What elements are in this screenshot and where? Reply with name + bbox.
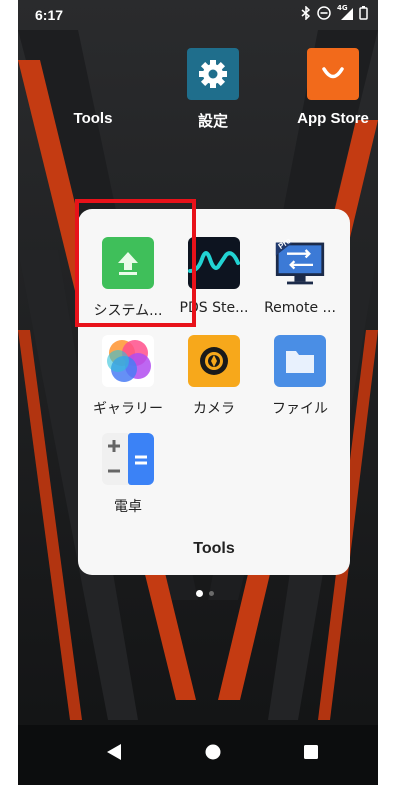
app-store-icon	[307, 48, 359, 100]
gallery-flower-icon	[102, 335, 154, 387]
status-time: 6:17	[35, 7, 64, 23]
home-app-settings[interactable]: 設定	[168, 48, 258, 131]
battery-icon	[359, 6, 368, 20]
app-label: Remote ...	[264, 300, 336, 316]
bluetooth-icon	[301, 6, 311, 20]
folder-title[interactable]: Tools	[78, 540, 350, 558]
recents-icon[interactable]	[303, 743, 319, 761]
do-not-disturb-icon	[317, 6, 331, 20]
gear-icon	[187, 48, 239, 100]
app-label: 電卓	[114, 499, 142, 515]
highlight-box	[75, 199, 196, 327]
camera-icon	[188, 335, 240, 387]
calculator-icon	[102, 433, 154, 485]
home-app-label: Tools	[73, 110, 113, 127]
app-label: ギャラリー	[93, 401, 163, 417]
home-icon[interactable]	[205, 743, 221, 761]
status-icons: 4G	[301, 4, 368, 20]
page-dot-active	[196, 590, 203, 597]
page-indicator	[196, 590, 214, 597]
files-icon	[274, 335, 326, 387]
app-label: ファイル	[272, 401, 328, 417]
status-bar: 6:17 4G	[18, 0, 378, 30]
home-app-app-store[interactable]: App Store	[288, 48, 378, 127]
app-camera[interactable]: カメラ	[170, 335, 258, 418]
phone-screen: 6:17 4G Tools 設定 App Store システム... PDS S…	[18, 0, 378, 785]
app-files[interactable]: ファイル	[256, 335, 344, 418]
home-app-tools[interactable]: Tools	[48, 48, 138, 127]
folder-icon	[67, 48, 119, 100]
app-gallery[interactable]: ギャラリー	[84, 335, 172, 418]
app-label: カメラ	[193, 401, 235, 417]
back-icon[interactable]	[106, 743, 122, 761]
home-app-label: 設定	[197, 113, 228, 130]
app-calculator[interactable]: 電卓	[84, 433, 172, 516]
home-app-label: App Store	[297, 110, 369, 127]
page-dot-inactive	[209, 591, 214, 596]
signal-4g-icon: 4G	[337, 4, 353, 20]
app-remote[interactable]: Pro Remote ...	[256, 236, 344, 316]
navigation-bar	[18, 725, 378, 785]
